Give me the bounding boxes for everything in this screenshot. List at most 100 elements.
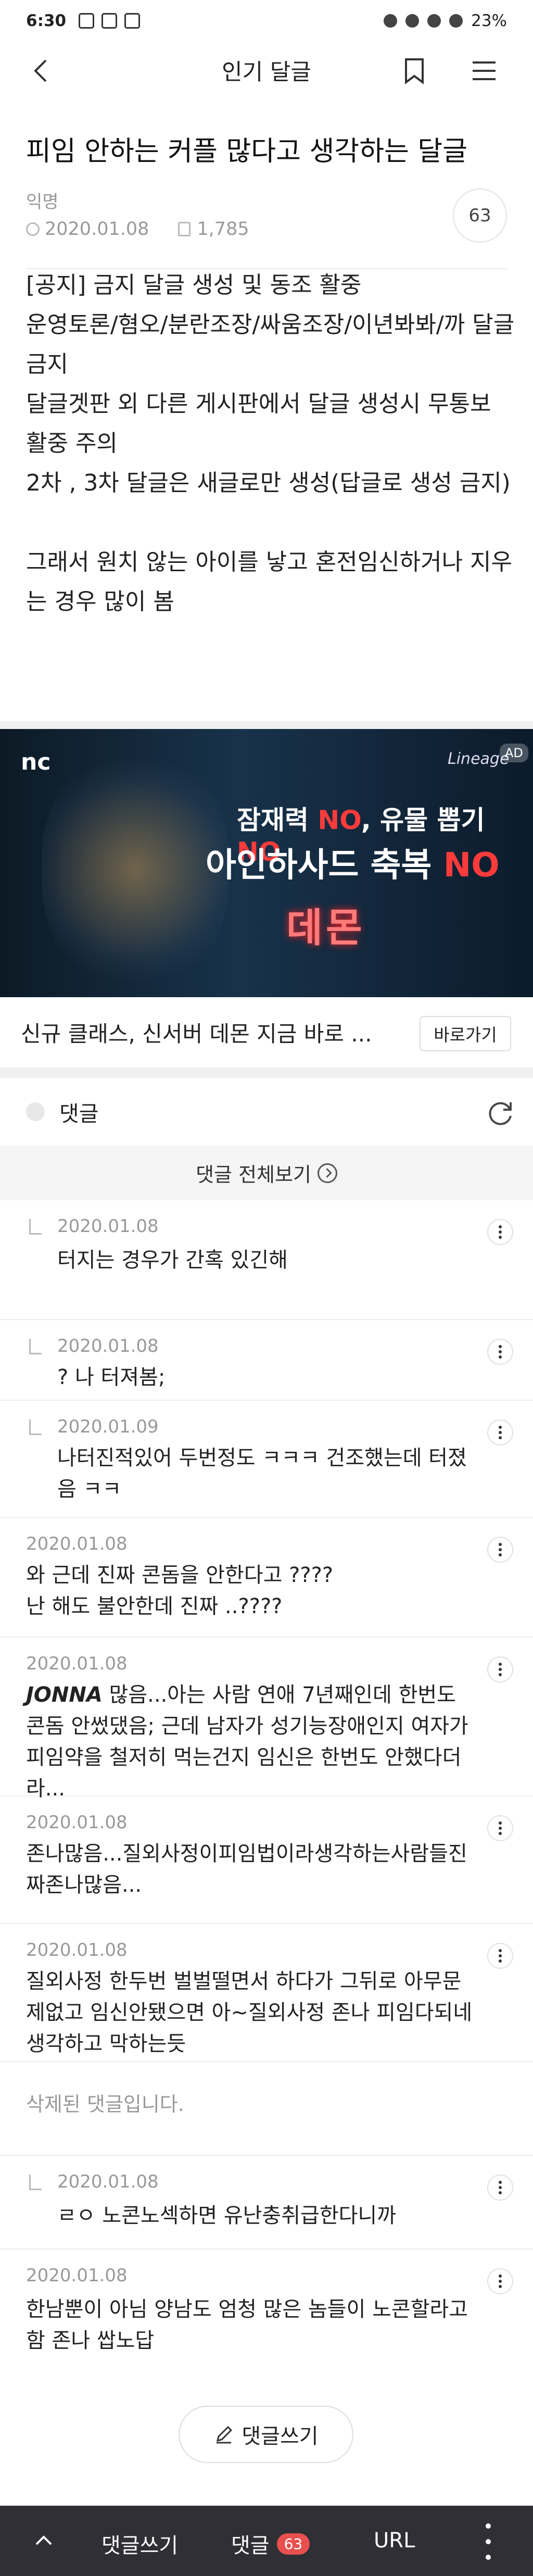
section-divider: [0, 721, 533, 729]
status-time: 6:30: [26, 11, 67, 30]
comment-date: 2020.01.08: [26, 1940, 128, 1961]
signal-icon: [449, 14, 463, 28]
section-divider: [0, 1067, 533, 1078]
alarm-icon: [384, 14, 398, 28]
camera-icon: [124, 13, 141, 29]
bookmark-icon[interactable]: [400, 56, 429, 85]
ad-headline-1a: 잠재력: [237, 805, 318, 835]
comment-date: 2020.01.08: [57, 1216, 159, 1237]
ad-headline-2a: 아인하사드 축복: [206, 846, 443, 885]
clock-icon: [26, 222, 40, 236]
comment-date: 2020.01.08: [26, 2265, 128, 2286]
write-comment-label: 댓글쓰기: [242, 2424, 319, 2448]
comment-nickname: JONNA: [26, 1683, 103, 1707]
bottom-comments-label: 댓글: [231, 2534, 270, 2558]
post-date: 2020.01.08: [45, 219, 149, 240]
bluetooth-icon: [405, 14, 420, 28]
comment-date: 2020.01.08: [57, 1336, 159, 1356]
bottom-write-button[interactable]: 댓글쓰기: [101, 2529, 178, 2559]
comment-text: 터지는 경우가 간혹 있긴해: [57, 1248, 288, 1272]
system-icons: 23%: [384, 11, 507, 30]
bottom-url-button[interactable]: URL: [374, 2529, 415, 2553]
image-icon: [79, 13, 95, 29]
ad-goto-button[interactable]: 바로가기: [420, 1016, 511, 1051]
comments-header: 댓글: [0, 1086, 533, 1138]
post-meta: 2020.01.08 1,785: [26, 219, 249, 240]
deleted-comment-text: 삭제된 댓글입니다.: [26, 2093, 184, 2116]
comment-date: 2020.01.09: [57, 1416, 159, 1437]
scroll-top-icon[interactable]: [32, 2529, 55, 2552]
comment-text: JONNA 많음...아는 사람 연애 7년째인데 한번도 콘돔 안썼댔음; 근…: [26, 1679, 474, 1804]
comment-date: 2020.01.08: [26, 1812, 128, 1833]
page-title: 인기 달글: [222, 59, 311, 85]
comment-text: 한남뿐이 아님 양남도 엄청 많은 놈들이 노콘할라고 함 존나 쌉노답: [26, 2297, 468, 2353]
comment-reply: 2020.01.08 ㄹㅇ 노콘노섹하면 유난충취급한다니까: [0, 2156, 533, 2250]
ad-headline-1c: , 유물 뽑기: [361, 805, 485, 835]
comments-header-label: 댓글: [59, 1101, 99, 1126]
comment: 2020.01.08 JONNA 많음...아는 사람 연애 7년째인데 한번도…: [0, 1638, 533, 1801]
comment-date: 2020.01.08: [57, 2171, 159, 2192]
ad-caption-row: 신규 클래스, 신서버 데몬 지금 바로 ... 바로가기: [0, 997, 533, 1067]
ad-headline-2b: NO: [443, 846, 500, 885]
views-icon: [178, 222, 191, 236]
post-notice: [공지] 금지 달글 생성 및 동조 활중 운영토론/혐오/분란조장/싸움조장/…: [26, 272, 515, 496]
refresh-icon[interactable]: [485, 1098, 515, 1128]
hamburger-menu-icon[interactable]: [468, 56, 500, 85]
bottom-comments-button[interactable]: 댓글 63: [231, 2529, 310, 2559]
comment-text: ? 나 터져봄;: [57, 1365, 166, 1389]
comment-text: 나터진적있어 두번정도 ㅋㅋㅋ 건조했는데 터졌음 ㅋㅋ: [57, 1446, 467, 1501]
ad-logo: nc: [21, 749, 51, 775]
comment-reply: 2020.01.08 터지는 경우가 간혹 있긴해: [0, 1200, 533, 1320]
ad-caption: 신규 클래스, 신서버 데몬 지금 바로 ...: [21, 1021, 372, 1047]
comments-count-badge: 63: [276, 2533, 310, 2555]
app-bar: 인기 달글: [0, 42, 533, 99]
notification-icons: [79, 13, 141, 29]
comment: 2020.01.08 질외사정 한두번 벌벌떨면서 하다가 그뒤로 아무문제없고…: [0, 1924, 533, 2062]
chevron-right-icon: [317, 1163, 337, 1183]
more-options-icon[interactable]: [487, 2175, 513, 2201]
write-comment-button[interactable]: 댓글쓰기: [179, 2406, 353, 2463]
bell-icon[interactable]: [26, 1102, 45, 1121]
comment-text: 와 근데 진짜 콘돔을 안한다고 ???? 난 해도 불안한데 진짜 ..???…: [26, 1563, 334, 1618]
comment: 2020.01.08 와 근데 진짜 콘돔을 안한다고 ???? 난 해도 불안…: [0, 1518, 533, 1638]
more-options-icon[interactable]: [487, 1537, 513, 1563]
more-options-icon[interactable]: [487, 1943, 513, 1969]
more-options-icon[interactable]: [487, 2268, 513, 2294]
pencil-icon: [217, 2426, 233, 2444]
post-body: [공지] 금지 달글 생성 및 동조 활중 운영토론/혐오/분란조장/싸움조장/…: [26, 266, 515, 622]
view-all-label: 댓글 전체보기: [196, 1163, 311, 1186]
ad-banner[interactable]: nc Lineage AD 잠재력 NO, 유물 뽑기 NO 아인하사드 축복 …: [0, 729, 533, 997]
comment-reply: 2020.01.08 ? 나 터져봄;: [0, 1320, 533, 1401]
comment-text: ㄹㅇ 노콘노섹하면 유난충취급한다니까: [57, 2204, 397, 2228]
ad-headline-2: 아인하사드 축복 NO: [206, 838, 500, 886]
comment: 2020.01.08 한남뿐이 아님 양남도 엄청 많은 놈들이 노콘할라고 함…: [0, 2250, 533, 2377]
wifi-icon: [427, 14, 441, 28]
reply-icon: [29, 2175, 42, 2190]
more-options-icon[interactable]: [487, 1419, 513, 1446]
battery-level: 23%: [471, 11, 507, 30]
ad-tag: AD: [500, 744, 528, 762]
post-views: 1,785: [197, 219, 249, 240]
ad-knight-image: [42, 750, 229, 989]
comment-reply: 2020.01.09 나터진적있어 두번정도 ㅋㅋㅋ 건조했는데 터졌음 ㅋㅋ: [0, 1401, 533, 1518]
more-options-icon[interactable]: [487, 1656, 513, 1682]
reply-icon: [29, 1219, 42, 1235]
post-title: 피임 안하는 커플 많다고 생각하는 달글: [26, 136, 468, 167]
status-bar: 6:30 23%: [0, 0, 533, 42]
more-options-icon[interactable]: [487, 1219, 513, 1245]
ad-demon-logo: 데몬: [286, 904, 365, 951]
comment-date: 2020.01.08: [26, 1534, 128, 1554]
post-text: 그래서 원치 않는 아이를 낳고 혼전임신하거나 지우는 경우 많이 봄: [26, 549, 512, 615]
comment-text: 질외사정 한두번 벌벌떨면서 하다가 그뒤로 아무문제없고 임신안됐으면 아~질…: [26, 1969, 473, 2056]
view-all-comments-button[interactable]: 댓글 전체보기: [0, 1146, 533, 1200]
comment-text: 존나많음...질외사정이피임법이라생각하는사람들진짜존나많음...: [26, 1842, 467, 1897]
bottom-bar: 댓글쓰기 댓글 63 URL: [0, 2506, 533, 2576]
more-options-icon[interactable]: [487, 1339, 513, 1365]
back-arrow-icon[interactable]: [27, 56, 56, 85]
more-options-icon[interactable]: [487, 1815, 513, 1841]
comment: 2020.01.08 존나많음...질외사정이피임법이라생각하는사람들진짜존나많…: [0, 1796, 533, 1924]
more-vertical-icon[interactable]: [483, 2523, 493, 2560]
comment-date: 2020.01.08: [26, 1653, 128, 1674]
reply-icon: [29, 1339, 42, 1354]
comment-count-badge[interactable]: 63: [453, 189, 507, 243]
